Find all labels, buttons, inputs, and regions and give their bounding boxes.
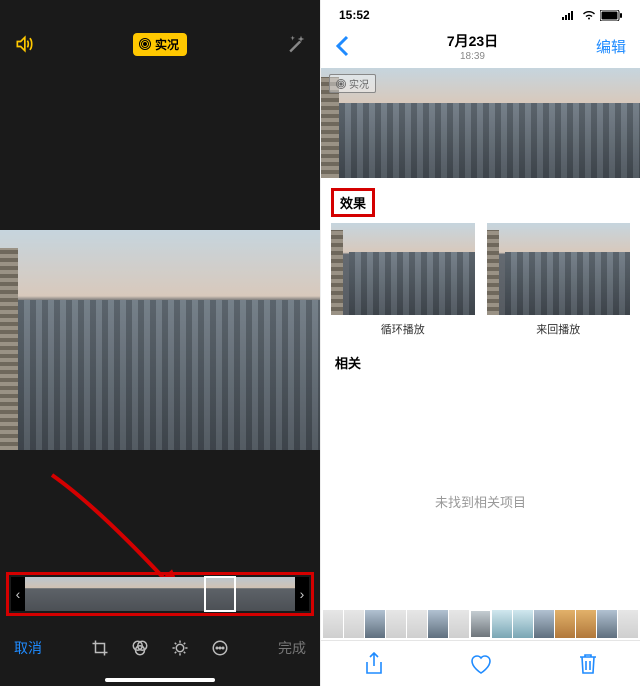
effect-thumb [331,223,475,315]
strip-thumb[interactable] [407,610,427,638]
related-section-label: 相关 [335,353,640,372]
wifi-icon [582,10,596,20]
done-button[interactable]: 完成 [278,638,306,658]
chevron-right-icon[interactable]: › [295,577,309,611]
strip-thumb[interactable] [365,610,385,638]
frame-thumb[interactable] [115,577,145,611]
frame-thumb[interactable] [265,577,295,611]
signal-icon [562,10,578,20]
effect-label: 循环播放 [331,321,475,337]
photo-detail [339,103,640,178]
live-photo-label: 实况 [349,76,369,91]
status-bar: 15:52 [321,0,640,24]
cancel-button[interactable]: 取消 [14,638,42,658]
adjust-icon[interactable] [171,639,189,657]
strip-thumb[interactable] [428,610,448,638]
share-icon[interactable] [364,652,384,676]
magic-wand-icon[interactable] [286,34,306,54]
photo-strip[interactable] [321,610,640,638]
heart-icon[interactable] [469,653,493,675]
strip-thumb[interactable] [555,610,575,638]
trash-icon[interactable] [578,652,598,676]
battery-icon [600,10,622,21]
header-date: 7月23日 [447,31,498,51]
effects-row: 循环播放 来回播放 [321,223,640,337]
strip-thumb-selected[interactable] [470,610,490,638]
editor-top-bar: 实况 [0,0,320,70]
photo-preview[interactable] [0,230,320,450]
back-icon[interactable] [335,35,349,57]
filmstrip-highlight-box: ‹ › [6,572,314,616]
header-title: 7月23日 18:39 [447,31,498,62]
live-photo-badge: 实况 [329,74,376,93]
viewer-toolbar [321,640,640,686]
photo-detail [18,300,320,450]
crop-icon[interactable] [91,639,109,657]
frame-thumb[interactable] [235,577,265,611]
frame-thumb[interactable] [85,577,115,611]
strip-thumb[interactable] [534,610,554,638]
strip-thumb[interactable] [449,610,469,638]
frame-list[interactable] [25,577,295,611]
editor-screen: 实况 ‹ › 取消 [0,0,320,686]
home-indicator[interactable] [105,678,215,682]
frame-thumb[interactable] [55,577,85,611]
frame-thumb[interactable] [145,577,175,611]
chevron-left-icon[interactable]: ‹ [11,577,25,611]
effects-section-label: 效果 [331,188,375,217]
strip-thumb[interactable] [344,610,364,638]
header-time: 18:39 [447,51,498,62]
volume-icon[interactable] [14,34,34,54]
viewer-screen: 15:52 7月23日 18:39 编辑 实况 效果 循环播放 [320,0,640,686]
status-time: 15:52 [339,8,370,22]
filters-icon[interactable] [131,639,149,657]
strip-thumb[interactable] [513,610,533,638]
frame-thumb-selected[interactable] [205,577,235,611]
strip-thumb[interactable] [576,610,596,638]
photo-detail [0,248,18,450]
frame-thumb[interactable] [175,577,205,611]
frame-thumb[interactable] [25,577,55,611]
more-icon[interactable] [211,639,229,657]
strip-thumb[interactable] [492,610,512,638]
strip-thumb[interactable] [323,610,343,638]
live-photo-label: 实况 [155,36,179,53]
effect-label: 来回播放 [487,321,631,337]
effect-loop[interactable]: 循环播放 [331,223,475,337]
live-photo-badge[interactable]: 实况 [133,33,187,56]
frame-scrubber[interactable]: ‹ › [11,577,309,611]
hero-photo[interactable]: 实况 [321,68,640,178]
strip-thumb[interactable] [597,610,617,638]
viewer-header: 7月23日 18:39 编辑 [321,24,640,68]
edit-button[interactable]: 编辑 [596,36,626,57]
strip-thumb[interactable] [618,610,638,638]
effect-bounce[interactable]: 来回播放 [487,223,631,337]
editor-bottom-bar: 取消 完成 [0,622,320,686]
effect-thumb [487,223,631,315]
empty-state-text: 未找到相关项目 [321,492,640,511]
strip-thumb[interactable] [386,610,406,638]
